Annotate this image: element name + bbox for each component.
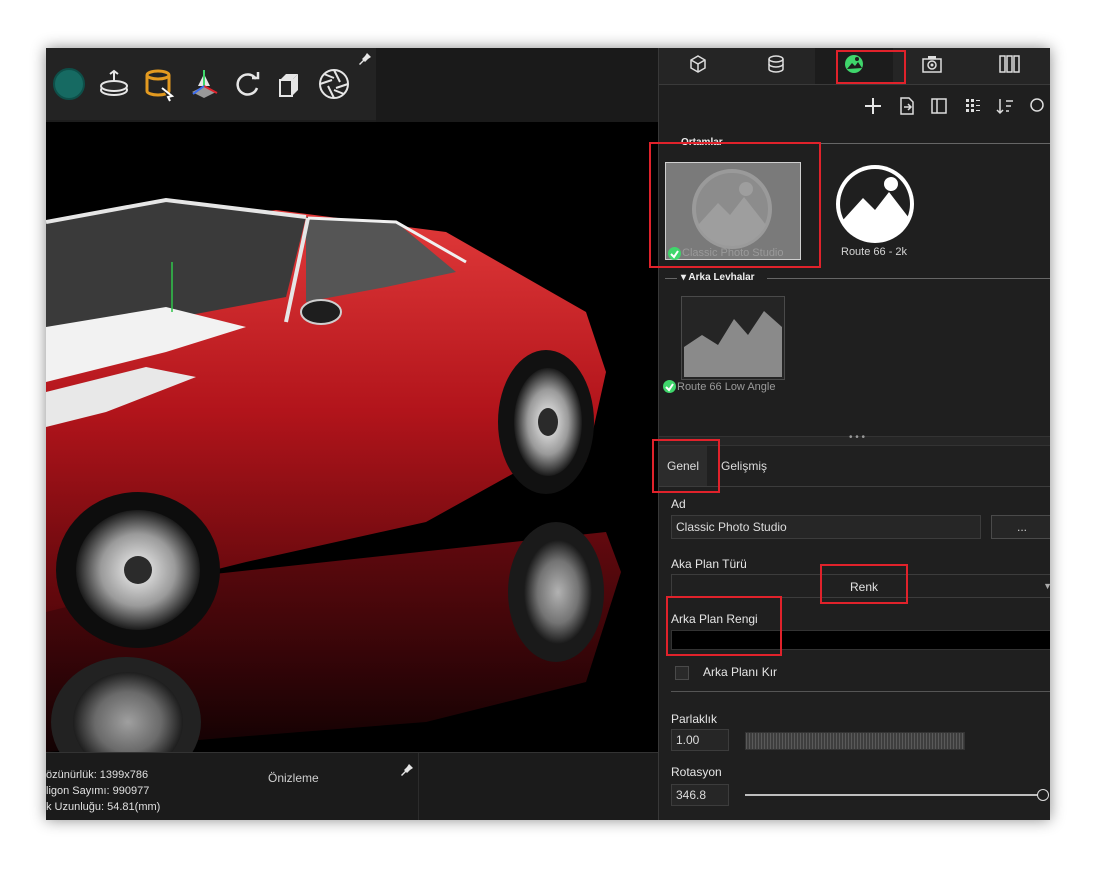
status-divider	[418, 753, 419, 820]
toolbar-filler	[376, 48, 658, 122]
resolution-readout: özünürlük: 1399x786	[46, 769, 149, 781]
blur-label: Arka Planı Kır	[703, 665, 778, 679]
tab-general[interactable]: Genel	[659, 446, 708, 486]
add-icon[interactable]	[863, 96, 883, 116]
rotation-slider-handle[interactable]	[1037, 789, 1049, 801]
bg-color-label: Arka Plan Rengi	[671, 612, 758, 626]
scene-cube-icon[interactable]	[272, 66, 308, 102]
splitter-grip-icon: • • •	[849, 432, 866, 443]
environment-item-classic-photo-studio[interactable]: Classic Photo Studio	[665, 162, 801, 260]
section-divider	[779, 143, 1050, 144]
rotation-input[interactable]	[671, 784, 729, 806]
environment-item-label: Classic Photo Studio	[682, 247, 784, 259]
blur-checkbox[interactable]	[675, 666, 689, 680]
brightness-label: Parlaklık	[671, 712, 718, 726]
tab-advanced[interactable]: Gelişmiş	[713, 446, 775, 486]
search-icon[interactable]	[1027, 96, 1047, 116]
environment-item-label: Route 66 - 2k	[841, 246, 908, 258]
backplates-section-title: ▾ Arka Levhalar	[681, 272, 755, 283]
library-actions	[659, 86, 1050, 126]
panel-splitter[interactable]: • • •	[659, 432, 1050, 446]
section-divider	[665, 143, 677, 144]
application-window: özünürlük: 1399x786 ligon Sayımı: 990977…	[46, 48, 1050, 820]
import-icon[interactable]	[897, 96, 917, 116]
tab-cameras[interactable]	[893, 48, 971, 84]
section-divider	[767, 278, 1050, 279]
tab-materials[interactable]	[737, 48, 815, 84]
grid-view-icon[interactable]	[963, 96, 983, 116]
tab-environments[interactable]	[815, 48, 893, 84]
panel-icon[interactable]	[929, 96, 949, 116]
focal-length-readout: k Uzunluğu: 54.81(mm)	[46, 801, 161, 813]
section-divider	[671, 691, 1050, 692]
environment-item-route-66[interactable]	[833, 162, 917, 246]
columns-icon	[998, 54, 1022, 79]
mountain-image-icon	[684, 311, 782, 377]
backplate-item-label: Route 66 Low Angle	[677, 381, 776, 393]
library-panel: Ortamlar Classic Photo Studio Route 66 -…	[658, 48, 1050, 820]
car-render	[46, 197, 621, 752]
library-tabs	[659, 48, 1050, 85]
viewport-toolbar	[46, 48, 377, 120]
bg-type-label: Aka Plan Türü	[671, 557, 747, 571]
tab-more[interactable]	[971, 48, 1049, 84]
brightness-input[interactable]	[671, 729, 729, 751]
refresh-icon[interactable]	[230, 66, 266, 102]
cube-icon	[688, 54, 708, 79]
sort-icon[interactable]	[995, 96, 1015, 116]
color-sphere-icon[interactable]	[52, 66, 88, 102]
preview-label: Önizleme	[268, 771, 319, 785]
status-bar: özünürlük: 1399x786 ligon Sayımı: 990977…	[46, 752, 658, 820]
polygon-count-readout: ligon Sayımı: 990977	[46, 785, 150, 797]
gizmo-icon[interactable]	[186, 66, 222, 102]
camera-icon	[921, 54, 943, 79]
check-icon	[668, 247, 681, 260]
3d-viewport[interactable]	[46, 122, 658, 752]
backplate-item-route-66-low-angle[interactable]	[681, 296, 785, 380]
material-bucket-icon[interactable]	[142, 66, 178, 102]
environment-icon	[843, 53, 865, 80]
brightness-slider[interactable]	[745, 732, 965, 750]
bg-color-swatch[interactable]	[671, 630, 1050, 650]
bg-type-select[interactable]: Renk ▼	[671, 574, 1050, 598]
pin-icon[interactable]	[400, 763, 414, 777]
tab-models[interactable]	[659, 48, 737, 84]
environments-section-title: Ortamlar	[681, 137, 723, 148]
properties-tabs: Genel Gelişmiş	[659, 446, 1050, 487]
browse-button[interactable]: ...	[991, 515, 1050, 539]
turntable-icon[interactable]	[96, 66, 132, 102]
image-placeholder-icon	[836, 165, 914, 243]
rotation-slider-track[interactable]	[745, 794, 1041, 796]
database-icon	[766, 54, 786, 79]
image-placeholder-icon	[692, 169, 772, 249]
rotation-label: Rotasyon	[671, 765, 722, 779]
pin-icon[interactable]	[358, 52, 372, 66]
name-label: Ad	[671, 497, 686, 511]
check-icon	[663, 380, 676, 393]
aperture-icon[interactable]	[316, 66, 352, 102]
name-input[interactable]	[671, 515, 981, 539]
chevron-down-icon: ▼	[1043, 581, 1050, 591]
bg-type-value: Renk	[850, 580, 879, 594]
section-divider	[665, 278, 677, 279]
